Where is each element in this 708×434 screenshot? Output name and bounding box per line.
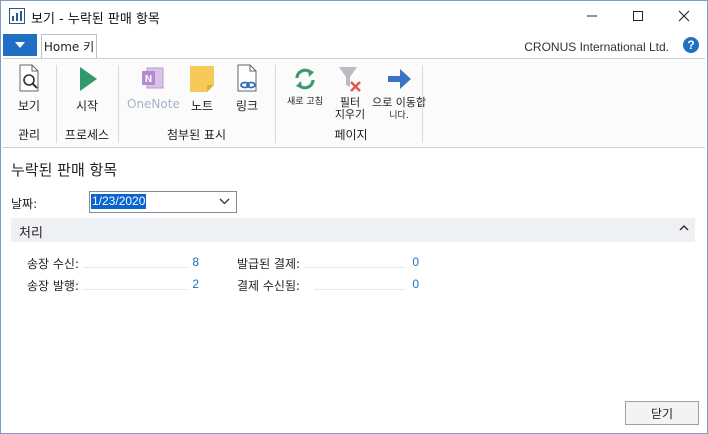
app-icon	[9, 8, 25, 24]
minimize-icon	[587, 15, 597, 17]
company-name: CRONUS International Ltd.	[524, 40, 669, 54]
clear-filter-icon	[339, 67, 361, 92]
close-button[interactable]: 닫기	[625, 401, 699, 425]
tab-home[interactable]: Home 키	[41, 34, 97, 58]
maximize-icon	[633, 11, 643, 21]
invoices-issued-value[interactable]: 2	[153, 277, 199, 291]
group-label-page: 페이지	[334, 128, 368, 142]
link-icon	[237, 64, 257, 92]
maximize-button[interactable]	[615, 1, 661, 31]
ribbon-group-process: 시작 프로세스	[57, 59, 117, 147]
payments-issued-value[interactable]: 0	[373, 255, 419, 269]
invoices-issued-label: 송장 발행:	[27, 279, 80, 293]
close-window-button[interactable]	[661, 1, 707, 31]
arrow-right-icon	[388, 69, 411, 89]
view-icon	[19, 64, 39, 92]
window-title: 보기 - 누락된 판매 항목	[31, 12, 160, 27]
fasttab-processing[interactable]: 처리	[11, 218, 695, 242]
group-label-attachments: 첨부된 표시	[166, 128, 226, 142]
notes-button[interactable]: 노트	[183, 63, 221, 114]
page-title: 누락된 판매 항목	[11, 161, 118, 179]
ribbon-tab-bar: Home 키 CRONUS International Ltd. ?	[1, 34, 707, 58]
payments-received-value[interactable]: 0	[373, 277, 419, 291]
payments-issued-label: 발급된 결제:	[237, 257, 301, 271]
page-content: 누락된 판매 항목 날짜: 1/23/2020 처리 송장 수신: 8 송장 발…	[3, 147, 705, 432]
refresh-button[interactable]: 새로 고침	[280, 63, 330, 107]
date-value[interactable]: 1/23/2020	[91, 194, 147, 209]
view-button[interactable]: 보기	[11, 63, 47, 114]
ribbon-group-attachments: N OneNote 노트 링크 첨부된 표시	[119, 59, 274, 147]
fasttab-title: 처리	[19, 226, 43, 241]
group-label-manage: 관리	[17, 128, 41, 142]
ribbon-group-manage: 보기 관리	[3, 59, 55, 147]
goto-button[interactable]: 으로 이동합 니다.	[372, 63, 426, 121]
app-menu-button[interactable]	[3, 34, 37, 56]
links-button[interactable]: 링크	[227, 63, 267, 114]
start-button[interactable]: 시작	[69, 63, 105, 114]
invoices-received-value[interactable]: 8	[153, 255, 199, 269]
onenote-button[interactable]: N OneNote	[127, 63, 180, 111]
help-icon[interactable]: ?	[683, 37, 699, 53]
app-window: 보기 - 누락된 판매 항목 Home 키 CRONUS Internation…	[0, 0, 708, 434]
group-label-process: 프로세스	[64, 128, 110, 142]
invoices-received-label: 송장 수신:	[27, 257, 80, 271]
close-icon	[678, 10, 690, 22]
minimize-button[interactable]	[569, 1, 615, 31]
clear-filter-button[interactable]: 필터 지우기	[330, 63, 370, 121]
date-label: 날짜:	[11, 197, 38, 211]
chevron-up-icon[interactable]	[679, 224, 689, 232]
onenote-icon: N	[142, 67, 164, 89]
payments-received-label: 결제 수신됨:	[237, 279, 301, 293]
play-icon	[80, 67, 97, 91]
refresh-icon	[295, 68, 315, 90]
svg-text:N: N	[145, 74, 152, 85]
date-field[interactable]: 1/23/2020	[89, 191, 237, 213]
group-divider	[422, 65, 423, 143]
dropdown-arrow-icon	[15, 42, 25, 48]
ribbon-group-page: 새로 고침 필터 지우기 으로 이동합 니다. 페이지	[276, 59, 426, 147]
note-icon	[190, 66, 214, 92]
chevron-down-icon[interactable]	[219, 196, 230, 206]
title-bar: 보기 - 누락된 판매 항목	[1, 1, 707, 31]
ribbon: 보기 관리 시작 프로세스 N OneNote 노트 링크 첨부된 표시 새로 …	[3, 58, 705, 148]
